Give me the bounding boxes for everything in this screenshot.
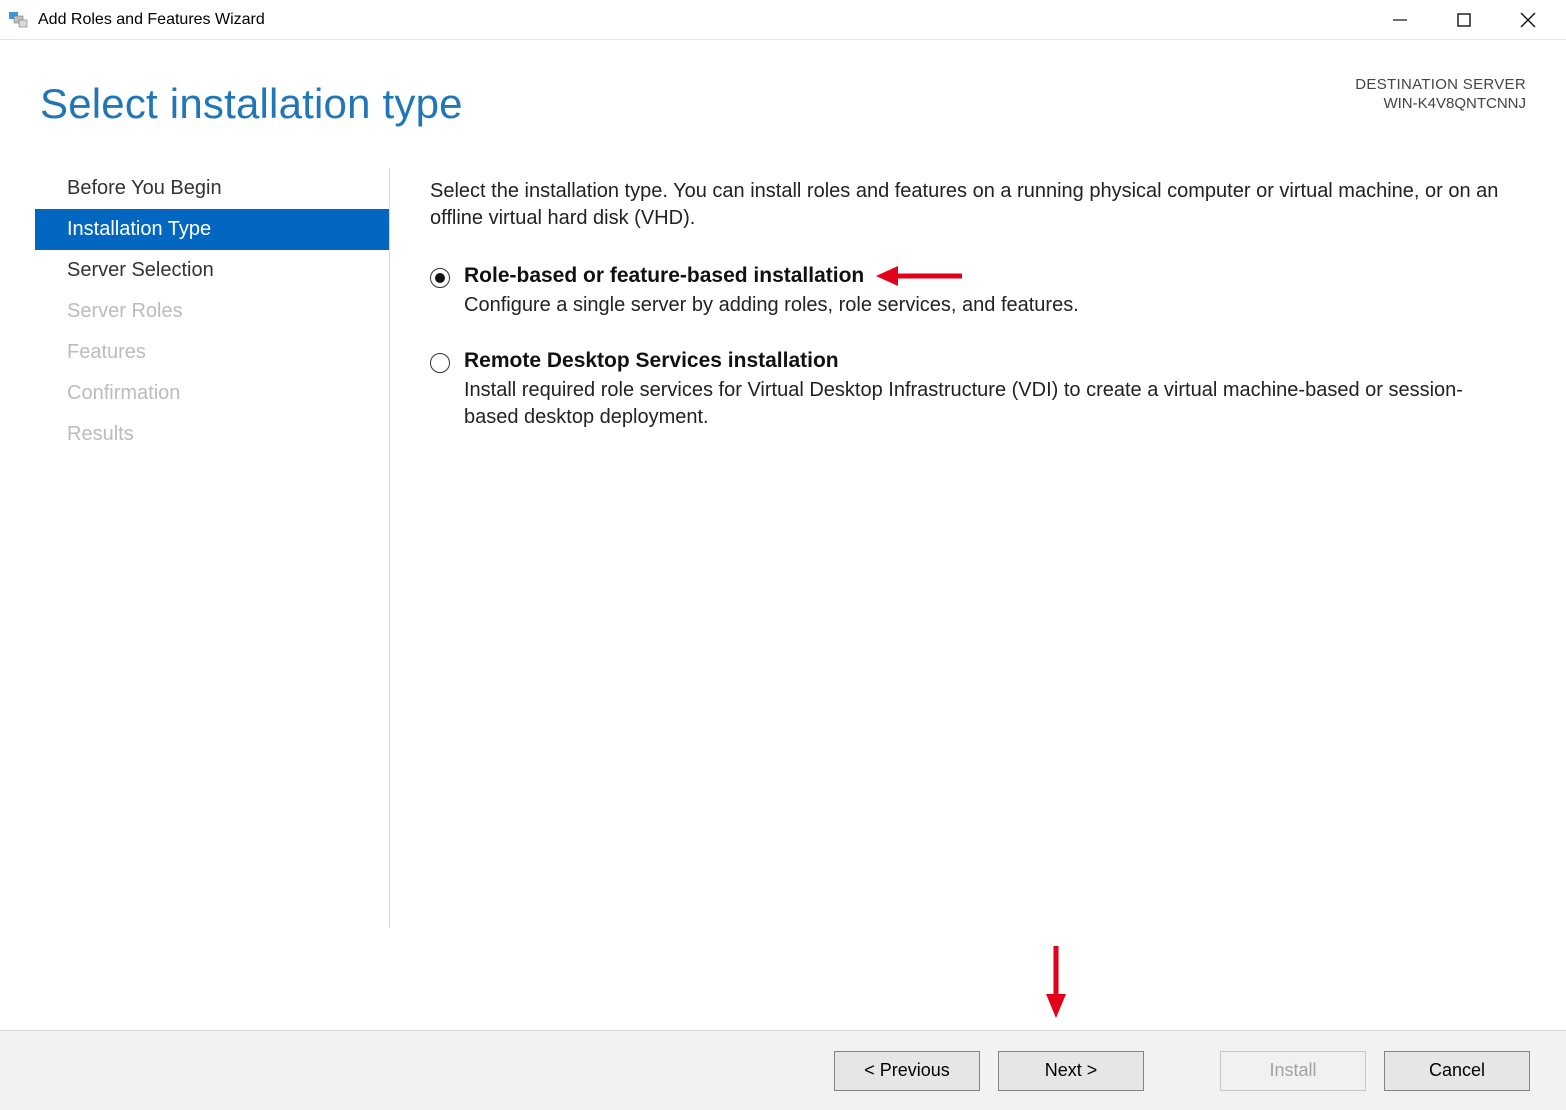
option-title: Role-based or feature-based installation: [464, 264, 1079, 288]
next-button[interactable]: Next >: [998, 1051, 1144, 1091]
previous-button[interactable]: < Previous: [834, 1051, 980, 1091]
app-icon: [8, 10, 28, 30]
sidebar-item-server-selection[interactable]: Server Selection: [35, 250, 389, 291]
window-titlebar: Add Roles and Features Wizard: [0, 0, 1566, 40]
sidebar-item-server-roles: Server Roles: [35, 291, 389, 332]
wizard-header: Select installation type DESTINATION SER…: [0, 40, 1566, 158]
wizard-body: Before You Begin Installation Type Serve…: [0, 158, 1566, 1030]
sidebar-item-features: Features: [35, 332, 389, 373]
option-title: Remote Desktop Services installation: [464, 349, 1516, 373]
radio-icon[interactable]: [430, 353, 450, 373]
sidebar-item-confirmation: Confirmation: [35, 373, 389, 414]
wizard-content: Select the installation type. You can in…: [390, 168, 1566, 1030]
option-description: Install required role services for Virtu…: [464, 377, 1516, 431]
radio-icon[interactable]: [430, 268, 450, 288]
window-title: Add Roles and Features Wizard: [38, 11, 265, 29]
install-button: Install: [1220, 1051, 1366, 1091]
destination-server-name: WIN-K4V8QNTCNNJ: [1355, 95, 1526, 112]
close-button[interactable]: [1510, 12, 1546, 28]
wizard-steps-sidebar: Before You Begin Installation Type Serve…: [0, 168, 390, 928]
maximize-button[interactable]: [1446, 13, 1482, 27]
sidebar-item-before-you-begin[interactable]: Before You Begin: [35, 168, 389, 209]
sidebar-item-results: Results: [35, 414, 389, 455]
sidebar-item-installation-type[interactable]: Installation Type: [35, 209, 389, 250]
destination-server-info: DESTINATION SERVER WIN-K4V8QNTCNNJ: [1355, 76, 1526, 112]
option-role-based[interactable]: Role-based or feature-based installation…: [430, 264, 1516, 319]
wizard-footer: < Previous Next > Install Cancel: [0, 1030, 1566, 1110]
cancel-button[interactable]: Cancel: [1384, 1051, 1530, 1091]
minimize-button[interactable]: [1382, 13, 1418, 27]
page-title: Select installation type: [40, 80, 1526, 128]
option-remote-desktop[interactable]: Remote Desktop Services installation Ins…: [430, 349, 1516, 431]
destination-server-label: DESTINATION SERVER: [1355, 76, 1526, 93]
intro-text: Select the installation type. You can in…: [430, 178, 1516, 232]
option-description: Configure a single server by adding role…: [464, 292, 1079, 319]
window-controls: [1382, 12, 1566, 28]
